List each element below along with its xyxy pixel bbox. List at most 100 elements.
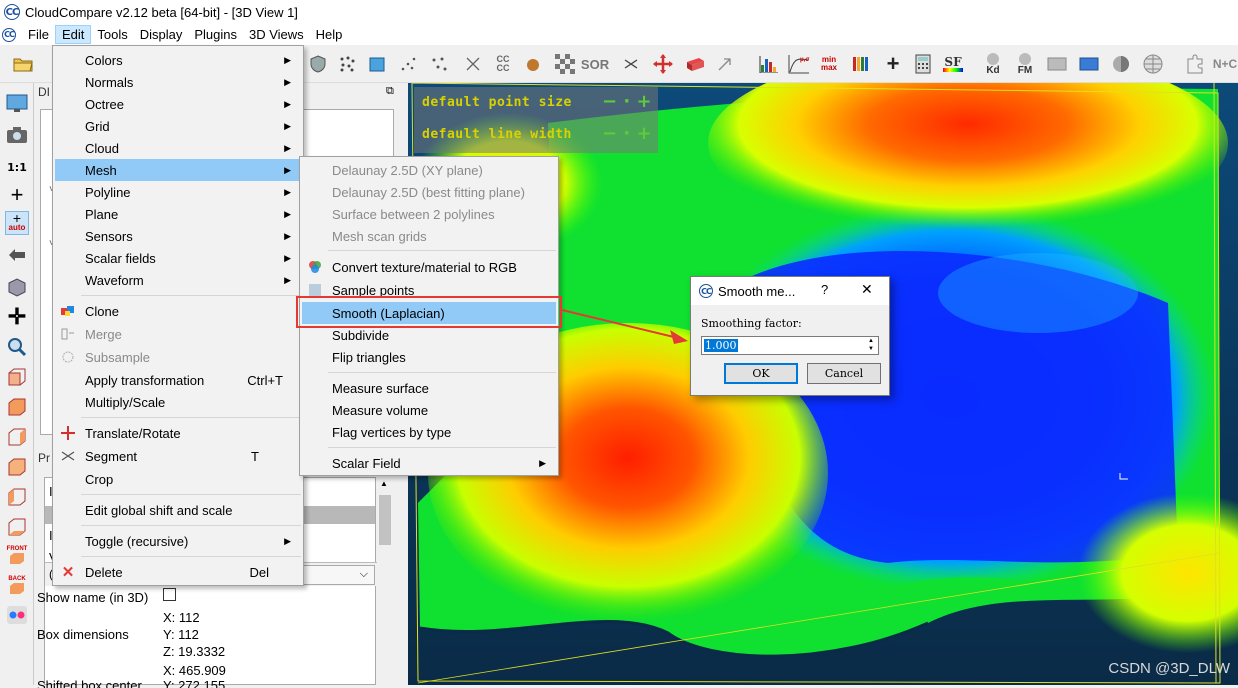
menu-item-waveform[interactable]: Waveform ▶ [55, 269, 301, 291]
segment-scissors-icon[interactable] [618, 51, 644, 77]
sf-icon[interactable]: SF [940, 51, 966, 77]
menu-item-scalar-fields[interactable]: Scalar fields ▶ [55, 247, 301, 269]
scrollbar-thumb[interactable] [379, 495, 391, 545]
menu-item-clone[interactable]: Clone [55, 300, 301, 322]
menu-item-apply-transformation[interactable]: Apply transformation Ctrl+T [55, 369, 301, 391]
export-icon[interactable] [1044, 51, 1070, 77]
min-max-icon[interactable]: min max [816, 51, 842, 77]
menu-item-measure-volume[interactable]: Measure volume [302, 399, 556, 421]
scroll-up-icon[interactable]: ▲ [380, 479, 388, 488]
iso-back-icon[interactable]: BACK [5, 573, 29, 597]
sample-cube-icon[interactable] [364, 51, 390, 77]
menu-item-cloud[interactable]: Cloud ▶ [55, 137, 301, 159]
menu-item-octree[interactable]: Octree ▶ [55, 93, 301, 115]
spin-down-icon[interactable]: ▼ [865, 345, 877, 353]
open-folder-icon[interactable] [10, 51, 36, 77]
float-panel-icon[interactable]: ⧉ [386, 85, 400, 99]
menu-item-flag-vertices[interactable]: Flag vertices by type [302, 421, 556, 443]
n-plus-c-icon[interactable]: N+C [1212, 51, 1238, 77]
view-left-icon[interactable] [5, 425, 29, 449]
screen-icon[interactable] [5, 91, 29, 115]
menu-item-surface-between-polylines[interactable]: Surface between 2 polylines [302, 203, 556, 225]
view-top-icon[interactable] [5, 365, 29, 389]
cc-compare-icon[interactable]: CC CC [490, 51, 516, 77]
plugin-icon[interactable] [1182, 51, 1208, 77]
translate-rotate-icon[interactable] [650, 51, 676, 77]
histogram-icon[interactable] [756, 51, 782, 77]
view-bottom-icon[interactable] [5, 515, 29, 539]
menu-display[interactable]: Display [134, 25, 189, 44]
menu-file[interactable]: File [22, 25, 55, 44]
menu-item-plane[interactable]: Plane ▶ [55, 203, 301, 225]
menu-item-merge[interactable]: Merge [55, 323, 301, 345]
menu-item-multiply-scale[interactable]: Multiply/Scale [55, 391, 301, 413]
view-front-icon[interactable] [5, 395, 29, 419]
points-icon[interactable] [334, 51, 360, 77]
menu-item-toggle-recursive[interactable]: Toggle (recursive) ▶ [55, 530, 301, 552]
menu-plugins[interactable]: Plugins [188, 25, 243, 44]
camera-icon[interactable] [5, 123, 29, 147]
noise-filter-icon[interactable] [426, 51, 452, 77]
menu-item-segment[interactable]: Segment T [55, 445, 301, 467]
auto-pivot-button[interactable]: + auto [5, 211, 29, 235]
menu-item-delaunay-best-fit[interactable]: Delaunay 2.5D (best fitting plane) [302, 181, 556, 203]
menu-item-flip-triangles[interactable]: Flip triangles [302, 346, 556, 368]
menu-3d-views[interactable]: 3D Views [243, 25, 310, 44]
shield-filter-icon[interactable] [305, 51, 331, 77]
potato-icon[interactable] [520, 51, 546, 77]
app-menu-icon[interactable]: CC [2, 27, 16, 42]
kd-tree-icon[interactable]: Kd [980, 51, 1006, 77]
menu-item-mesh-scan-grids[interactable]: Mesh scan grids [302, 225, 556, 247]
sor-filter-icon[interactable]: SOR [581, 51, 609, 77]
measure-icon[interactable] [460, 51, 486, 77]
globe-icon[interactable] [1140, 51, 1166, 77]
close-icon[interactable]: ✕ [861, 281, 873, 298]
checker-icon[interactable] [552, 51, 578, 77]
pick-point-icon[interactable] [712, 51, 738, 77]
clipping-box-icon[interactable] [682, 51, 708, 77]
fast-marching-icon[interactable]: FM [1012, 51, 1038, 77]
ok-button[interactable]: OK [724, 363, 798, 384]
menu-item-crop[interactable]: Crop [55, 468, 301, 490]
csv-icon[interactable] [1076, 51, 1102, 77]
menu-item-measure-surface[interactable]: Measure surface [302, 377, 556, 399]
zoom-icon[interactable] [5, 335, 29, 359]
one-to-one-icon[interactable]: 1:1 [5, 155, 29, 179]
ambient-occlusion-icon[interactable] [1108, 51, 1134, 77]
stat-fit-icon[interactable]: μ,σ [786, 51, 812, 77]
menu-item-scalar-field[interactable]: Scalar Field ▶ [302, 452, 556, 474]
iso-front-icon[interactable]: FRONT [5, 543, 29, 567]
add-icon[interactable]: + [880, 51, 906, 77]
menu-item-mesh[interactable]: Mesh ▶ [55, 159, 301, 181]
cancel-button[interactable]: Cancel [807, 363, 881, 384]
menu-item-sensors[interactable]: Sensors ▶ [55, 225, 301, 247]
pivot-icon[interactable]: + [5, 182, 29, 207]
menu-tools[interactable]: Tools [91, 25, 133, 44]
properties-scrollbar[interactable]: ▲ [378, 479, 392, 549]
menu-help[interactable]: Help [310, 25, 349, 44]
spin-up-icon[interactable]: ▲ [865, 337, 877, 345]
help-button[interactable]: ? [821, 282, 828, 297]
point-size-control[interactable]: − · + [602, 91, 652, 112]
view-right-icon[interactable] [5, 485, 29, 509]
line-width-control[interactable]: − · + [602, 123, 652, 144]
menu-item-polyline[interactable]: Polyline ▶ [55, 181, 301, 203]
move-icon[interactable]: ✛ [5, 304, 29, 329]
smoothing-factor-spinbox[interactable]: 1.000 ▲ ▼ [701, 336, 879, 355]
calculator-icon[interactable] [910, 51, 936, 77]
menu-item-convert-texture[interactable]: Convert texture/material to RGB [302, 256, 556, 278]
menu-item-subsample[interactable]: Subsample [55, 346, 301, 368]
cube-view-icon[interactable] [5, 275, 29, 299]
menu-item-translate-rotate[interactable]: Translate/Rotate [55, 422, 301, 444]
menu-item-delaunay-xy[interactable]: Delaunay 2.5D (XY plane) [302, 159, 556, 181]
menu-item-normals[interactable]: Normals ▶ [55, 71, 301, 93]
flickr-dots-icon[interactable] [5, 603, 29, 627]
sf-gradient-icon[interactable] [848, 51, 874, 77]
menu-item-grid[interactable]: Grid ▶ [55, 115, 301, 137]
show-name-checkbox[interactable] [163, 588, 176, 601]
menu-edit[interactable]: Edit [54, 25, 92, 44]
menu-item-edit-global-shift[interactable]: Edit global shift and scale [55, 499, 301, 521]
subsample-icon[interactable] [396, 51, 422, 77]
menu-item-delete[interactable]: ✕ Delete Del [55, 561, 301, 583]
view-back-icon[interactable] [5, 455, 29, 479]
